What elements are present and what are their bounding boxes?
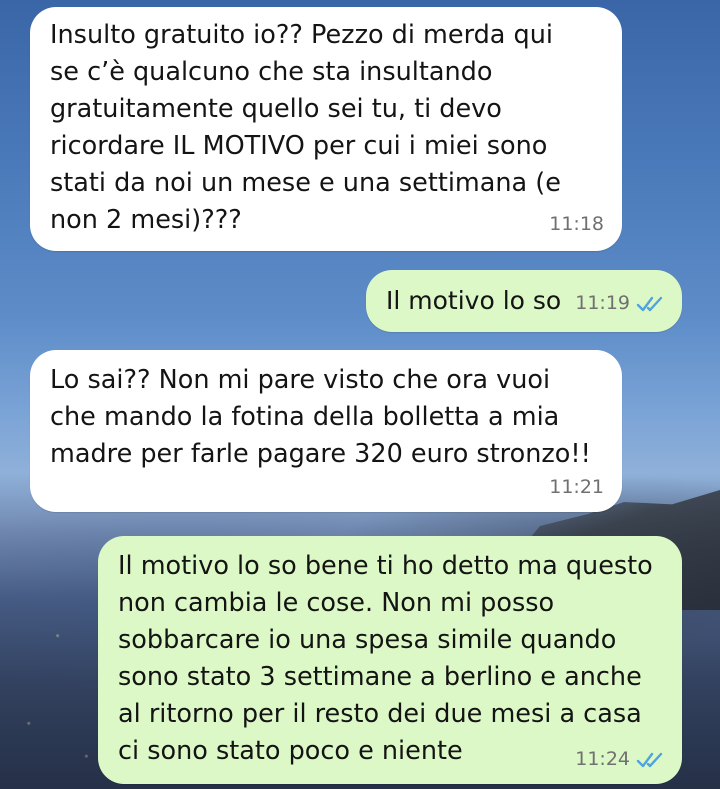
message-text: Il motivo lo so bene ti ho detto ma ques… — [118, 551, 653, 766]
message-time: 11:21 — [549, 476, 604, 498]
message-time: 11:19 — [575, 292, 630, 314]
message-text: Lo sai?? Non mi pare visto che ora vuoi … — [50, 365, 591, 469]
chat-message-list[interactable]: Insulto gratuito io?? Pezzo di merda qui… — [0, 0, 720, 789]
message-meta: 11:19 — [575, 285, 666, 322]
message-time: 11:24 — [575, 748, 630, 770]
message-bubble-outgoing[interactable]: Il motivo lo so bene ti ho detto ma ques… — [98, 536, 682, 784]
message-time: 11:18 — [549, 213, 604, 235]
message-bubble-incoming[interactable]: Lo sai?? Non mi pare visto che ora vuoi … — [30, 350, 622, 512]
message-meta: 11:21 — [549, 469, 604, 506]
message-bubble-outgoing[interactable]: Il motivo lo so 11:19 — [366, 270, 682, 332]
double-check-read-icon — [636, 296, 663, 311]
message-text: Insulto gratuito io?? Pezzo di merda qui… — [50, 20, 561, 235]
message-bubble-incoming[interactable]: Insulto gratuito io?? Pezzo di merda qui… — [30, 7, 622, 251]
message-meta: 11:24 — [575, 741, 666, 778]
message-meta: 11:18 — [549, 206, 604, 243]
double-check-read-icon — [636, 752, 663, 767]
